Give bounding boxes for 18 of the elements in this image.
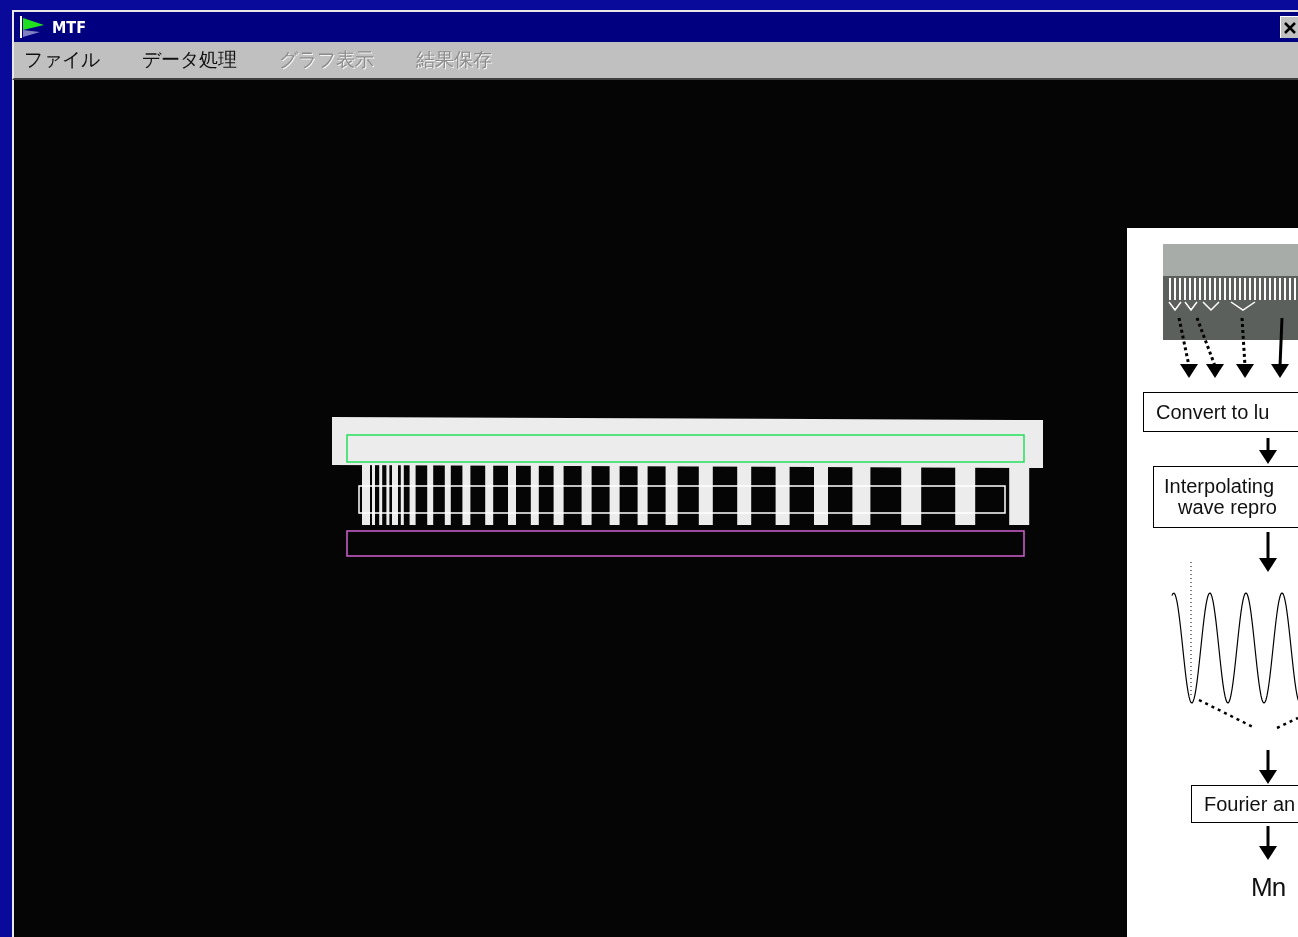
arrow-icon <box>1271 317 1289 378</box>
window-title: MTF <box>52 17 86 37</box>
arrow-icon <box>1259 750 1277 784</box>
arrow-icon <box>1259 438 1277 464</box>
process-step: Fourier an <box>1191 785 1298 823</box>
menu-item[interactable]: データ処理 <box>142 47 237 73</box>
process-step: Convert to lu <box>1143 392 1298 432</box>
flag-icon <box>20 16 46 38</box>
close-button[interactable] <box>1280 16 1298 38</box>
arrow-icon <box>1195 317 1224 378</box>
arrow-icon <box>1236 317 1254 378</box>
arrow-icon <box>1259 826 1277 860</box>
arrow-icon <box>1259 532 1277 572</box>
close-icon <box>1284 21 1298 34</box>
arrow-icon <box>1177 317 1198 378</box>
result-label: Mn <box>1251 872 1286 903</box>
process-step: Interpolating wave repro <box>1153 466 1298 528</box>
menu-item[interactable]: ファイル <box>24 47 100 73</box>
